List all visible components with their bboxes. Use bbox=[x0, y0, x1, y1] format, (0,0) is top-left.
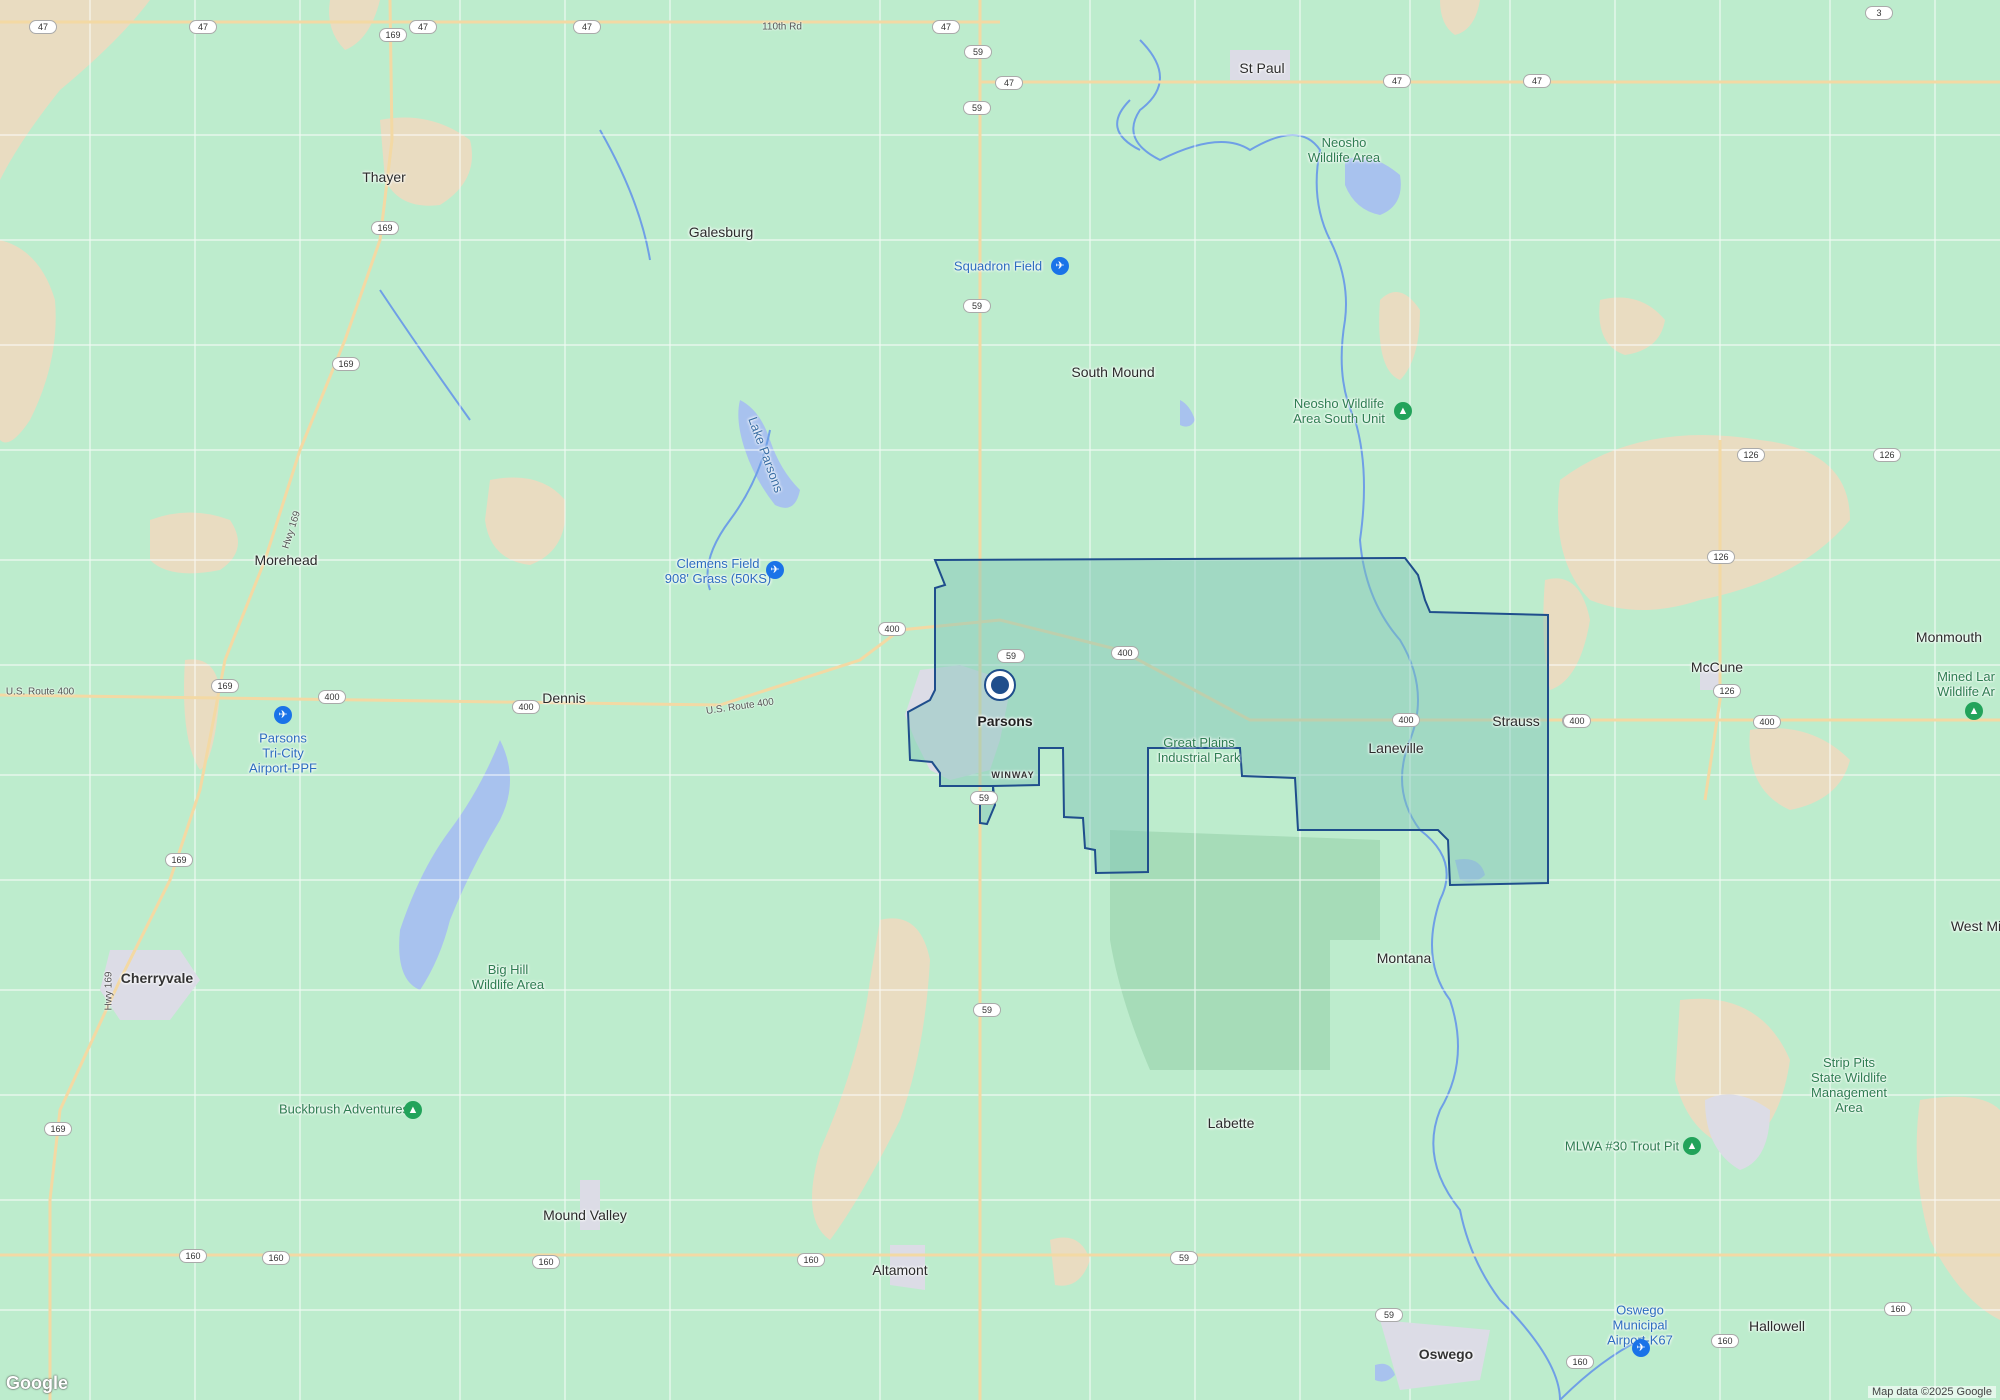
route-shield: 160 bbox=[262, 1251, 290, 1265]
park-area bbox=[1110, 830, 1380, 1070]
route-shield: 169 bbox=[165, 853, 193, 867]
route-shield: 400 bbox=[318, 690, 346, 704]
airport-icon[interactable]: ✈ bbox=[766, 561, 784, 579]
route-shield: 126 bbox=[1737, 448, 1765, 462]
place-parsons[interactable]: Parsons bbox=[977, 713, 1032, 729]
park-icon[interactable]: ▲ bbox=[404, 1101, 422, 1119]
route-shield: 400 bbox=[1392, 713, 1420, 727]
poi-great-plains[interactable]: Great Plains Industrial Park bbox=[1157, 735, 1240, 766]
route-shield: 47 bbox=[573, 20, 601, 34]
route-shield: 169 bbox=[371, 221, 399, 235]
park-icon[interactable]: ▲ bbox=[1394, 402, 1412, 420]
place-winway: WINWAY bbox=[991, 769, 1035, 780]
route-shield: 169 bbox=[332, 357, 360, 371]
place-galesburg[interactable]: Galesburg bbox=[689, 224, 754, 240]
poi-parsons-airport[interactable]: Parsons Tri-City Airport-PPF bbox=[249, 731, 317, 777]
route-shield: 160 bbox=[797, 1253, 825, 1267]
route-shield: 160 bbox=[179, 1249, 207, 1263]
place-oswego[interactable]: Oswego bbox=[1419, 1346, 1473, 1362]
route-shield: 3 bbox=[1865, 6, 1893, 20]
route-shield: 400 bbox=[878, 622, 906, 636]
route-shield: 59 bbox=[997, 649, 1025, 663]
poi-neosho-south[interactable]: Neosho Wildlife Area South Unit bbox=[1293, 396, 1385, 427]
google-logo[interactable]: Google bbox=[6, 1373, 68, 1394]
place-altamont[interactable]: Altamont bbox=[872, 1262, 927, 1278]
poi-mined-land[interactable]: Mined Lar Wildlife Ar bbox=[1937, 669, 1995, 700]
route-shield: 160 bbox=[1884, 1302, 1912, 1316]
route-shield: 47 bbox=[1523, 74, 1551, 88]
airport-icon[interactable]: ✈ bbox=[1051, 257, 1069, 275]
place-montana[interactable]: Montana bbox=[1377, 950, 1431, 966]
route-shield: 59 bbox=[1170, 1251, 1198, 1265]
route-shield: 169 bbox=[211, 679, 239, 693]
route-shield: 59 bbox=[970, 791, 998, 805]
park-icon[interactable]: ▲ bbox=[1683, 1137, 1701, 1155]
poi-big-hill[interactable]: Big Hill Wildlife Area bbox=[472, 962, 544, 993]
place-dennis[interactable]: Dennis bbox=[542, 690, 586, 706]
user-pin-icon bbox=[991, 676, 1009, 694]
route-shield: 400 bbox=[1111, 646, 1139, 660]
place-mccune[interactable]: McCune bbox=[1691, 659, 1743, 675]
route-shield: 160 bbox=[1566, 1355, 1594, 1369]
poi-mlwa-trout[interactable]: MLWA #30 Trout Pit bbox=[1565, 1139, 1679, 1155]
poi-neosho-wildlife[interactable]: Neosho Wildlife Area bbox=[1308, 135, 1380, 166]
place-west-mi[interactable]: West Mi bbox=[1951, 918, 2000, 934]
map-attribution[interactable]: Map data ©2025 Google bbox=[1867, 1386, 1996, 1398]
route-shield: 47 bbox=[932, 20, 960, 34]
route-shield: 47 bbox=[409, 20, 437, 34]
place-strauss[interactable]: Strauss bbox=[1492, 713, 1539, 729]
place-morehead[interactable]: Morehead bbox=[254, 552, 317, 568]
airport-icon[interactable]: ✈ bbox=[274, 706, 292, 724]
place-cherryvale[interactable]: Cherryvale bbox=[121, 970, 193, 986]
place-south-mound[interactable]: South Mound bbox=[1071, 364, 1154, 380]
place-laneville[interactable]: Laneville bbox=[1368, 740, 1423, 756]
route-shield: 169 bbox=[44, 1122, 72, 1136]
poi-strip-pits[interactable]: Strip Pits State Wildlife Management Are… bbox=[1811, 1055, 1887, 1116]
poi-squadron-field[interactable]: Squadron Field bbox=[954, 259, 1042, 275]
road-label-us400-west: U.S. Route 400 bbox=[5, 686, 75, 698]
route-shield: 59 bbox=[973, 1003, 1001, 1017]
route-shield: 400 bbox=[512, 700, 540, 714]
route-shield: 400 bbox=[1563, 714, 1591, 728]
route-shield: 47 bbox=[995, 76, 1023, 90]
map-canvas[interactable]: St Paul Thayer Galesburg South Mound Mor… bbox=[0, 0, 2000, 1400]
route-shield: 59 bbox=[1375, 1308, 1403, 1322]
route-shield: 160 bbox=[1711, 1334, 1739, 1348]
place-hallowell[interactable]: Hallowell bbox=[1749, 1318, 1805, 1334]
place-st-paul[interactable]: St Paul bbox=[1239, 60, 1284, 76]
selected-location-pin[interactable] bbox=[984, 669, 1016, 701]
route-shield: 47 bbox=[189, 20, 217, 34]
road-label-hwy169-south: Hwy 169 bbox=[103, 971, 115, 1011]
place-thayer[interactable]: Thayer bbox=[362, 169, 406, 185]
route-shield: 126 bbox=[1707, 550, 1735, 564]
place-labette[interactable]: Labette bbox=[1208, 1115, 1255, 1131]
poi-buckbrush[interactable]: Buckbrush Adventures bbox=[279, 1102, 409, 1118]
route-shield: 47 bbox=[29, 20, 57, 34]
place-mound-valley[interactable]: Mound Valley bbox=[543, 1207, 627, 1223]
park-icon[interactable]: ▲ bbox=[1965, 702, 1983, 720]
route-shield: 126 bbox=[1713, 684, 1741, 698]
place-monmouth[interactable]: Monmouth bbox=[1916, 629, 1982, 645]
airport-icon[interactable]: ✈ bbox=[1632, 1339, 1650, 1357]
route-shield: 59 bbox=[963, 299, 991, 313]
route-shield: 126 bbox=[1873, 448, 1901, 462]
road-label-110th: 110th Rd bbox=[762, 21, 802, 33]
route-shield: 400 bbox=[1753, 715, 1781, 729]
route-shield: 47 bbox=[1383, 74, 1411, 88]
poi-clemens-field[interactable]: Clemens Field 908' Grass (50KS) bbox=[665, 556, 772, 587]
route-shield: 169 bbox=[379, 28, 407, 42]
route-shield: 59 bbox=[963, 101, 991, 115]
route-shield: 59 bbox=[964, 45, 992, 59]
route-shield: 160 bbox=[532, 1255, 560, 1269]
